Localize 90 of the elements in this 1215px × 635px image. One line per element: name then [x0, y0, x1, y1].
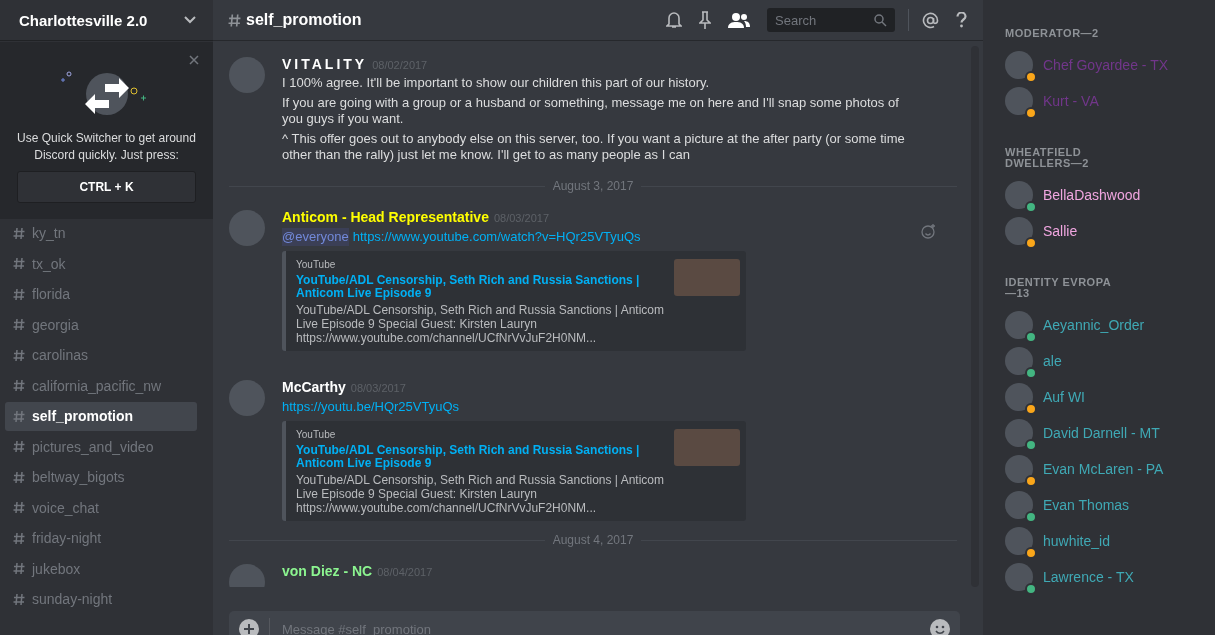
hash-icon [13, 348, 25, 362]
member-name: Sallie [1043, 223, 1078, 239]
hash-icon [13, 440, 25, 454]
mention[interactable]: @everyone [282, 228, 349, 246]
message-text: I 100% agree. It'll be important to show our children this part of our history. [282, 75, 711, 91]
close-icon[interactable] [189, 55, 199, 65]
member-name: Chef Goyardee - TX [1043, 57, 1169, 73]
member-name: Kurt - VA [1043, 93, 1099, 109]
chevron-down-icon [184, 16, 196, 24]
channel-item[interactable]: jukebox [5, 554, 197, 583]
member-item[interactable]: Sallie [1005, 213, 1207, 249]
author-name[interactable]: VITALITY [282, 56, 368, 72]
link[interactable]: https://www.youtube.com/watch?v=HQr25VTyuQs [352, 228, 641, 246]
member-name: Auf WI [1043, 389, 1085, 405]
date-divider: August 4, 2017 [552, 533, 634, 547]
pin-icon[interactable] [699, 11, 711, 29]
member-item[interactable]: Evan McLaren - PA [1005, 451, 1207, 487]
channel-title: self_promotion [246, 11, 362, 29]
link[interactable]: https://youtu.be/HQr25VTyuQs [282, 398, 460, 416]
member-name: Aeyannic_Order [1043, 317, 1145, 333]
channel-item[interactable]: self_promotion [5, 402, 197, 431]
channel-item[interactable]: carolinas [5, 341, 197, 370]
hash-icon [13, 257, 25, 271]
embed-description: YouTube/ADL Censorship, Seth Rich and Russia Sanctions | Anticom Live Episode 9 Special Guest: Kirsten Lauryn https://www.youtube.com/channel/UCfNrVvJuF2H0NM... [296, 473, 664, 515]
hash-icon [13, 379, 25, 393]
add-reaction-icon[interactable] [921, 223, 937, 239]
member-item[interactable]: BellaDashwood [1005, 177, 1207, 213]
member-name: David Darnell - MT [1043, 425, 1160, 441]
member-name: BellaDashwood [1043, 187, 1141, 203]
author-name[interactable]: Anticom - Head Representative [282, 209, 489, 225]
channel-item[interactable]: pictures_and_video [5, 432, 197, 461]
member-group-heading: MODERATOR—2 [1005, 28, 1100, 39]
channel-item[interactable]: florida [5, 280, 197, 309]
channel-item[interactable]: tx_ok [5, 249, 197, 278]
member-name: ale [1043, 353, 1062, 369]
bell-icon[interactable] [666, 11, 682, 29]
hash-icon [13, 409, 25, 423]
date-divider: August 3, 2017 [552, 179, 634, 193]
member-group-heading: IDENTITY EVROPA—13 [1005, 277, 1113, 299]
hash-icon [13, 501, 25, 515]
member-item[interactable]: Aeyannic_Order [1005, 307, 1207, 343]
channel-item[interactable]: california_pacific_nw [5, 371, 197, 400]
help-icon[interactable] [956, 12, 967, 28]
author-name[interactable]: von Diez - NC [282, 563, 373, 579]
embed-title-link[interactable]: YouTube/ADL Censorship, Seth Rich and Russia Sanctions | Anticom Live Episode 9 [296, 274, 664, 300]
video-thumbnail-placeholder[interactable] [674, 259, 740, 296]
channel-item[interactable]: ky_tn [5, 219, 197, 248]
search-input[interactable]: Search [773, 11, 874, 29]
shortcut-button[interactable]: CTRL + K [17, 171, 196, 203]
channel-item[interactable]: georgia [5, 310, 197, 339]
search-icon [874, 13, 887, 27]
hash-icon [13, 592, 25, 606]
embed-provider: YouTube [296, 429, 337, 440]
emoji-icon[interactable] [930, 619, 950, 635]
member-name: huwhite_id [1043, 533, 1110, 549]
hash-icon [13, 287, 25, 301]
member-name: Evan McLaren - PA [1043, 461, 1164, 477]
hash-icon [13, 562, 25, 576]
hash-icon [13, 531, 25, 545]
member-item[interactable]: huwhite_id [1005, 523, 1207, 559]
hash-icon [13, 318, 25, 332]
channel-item[interactable]: friday-night [5, 524, 197, 553]
hash-icon [228, 12, 241, 28]
quick-switcher-text: Use Quick Switcher to get around Discord quickly. Just press: [16, 130, 197, 164]
plus-icon[interactable] [239, 619, 259, 635]
member-name: Evan Thomas [1043, 497, 1130, 513]
channel-item[interactable]: voice_chat [5, 493, 197, 522]
member-item[interactable]: ale [1005, 343, 1207, 379]
embed-description: YouTube/ADL Censorship, Seth Rich and Russia Sanctions | Anticom Live Episode 9 Special Guest: Kirsten Lauryn https://www.youtube.com/channel/UCfNrVvJuF2H0NM... [296, 303, 664, 345]
hash-icon [13, 470, 25, 484]
server-header[interactable]: Charlottesville 2.0 [0, 0, 213, 40]
author-name[interactable]: McCarthy [282, 379, 346, 395]
message-text: If you are going with a group or a husband or something, message me on here and I'll snap some photos of you guys if you want. [282, 95, 900, 127]
mention-icon[interactable] [922, 11, 939, 29]
embed-title-link[interactable]: YouTube/ADL Censorship, Seth Rich and Russia Sanctions | Anticom Live Episode 9 [296, 444, 664, 470]
member-name: Lawrence - TX [1043, 569, 1134, 585]
member-item[interactable]: Lawrence - TX [1005, 559, 1207, 595]
video-thumbnail-placeholder[interactable] [674, 429, 740, 466]
channel-item[interactable]: beltway_bigots [5, 463, 197, 492]
embed-provider: YouTube [296, 259, 337, 270]
server-name: Charlottesville 2.0 [19, 11, 148, 29]
member-item[interactable]: David Darnell - MT [1005, 415, 1207, 451]
members-icon[interactable] [728, 12, 750, 28]
message-text: ^ This offer goes out to anybody else on this server, too. If you want a picture at the after party (or some time other than the rally) just let me know. I'll get to as many people as I can [282, 131, 906, 163]
member-group-heading: WHEATFIELD DWELLERS—2 [1005, 147, 1090, 169]
member-item[interactable]: Evan Thomas [1005, 487, 1207, 523]
channel-item[interactable]: sunday-night [5, 585, 197, 614]
member-item[interactable]: Auf WI [1005, 379, 1207, 415]
search-field[interactable]: Search [767, 8, 895, 32]
hash-icon [13, 226, 25, 240]
